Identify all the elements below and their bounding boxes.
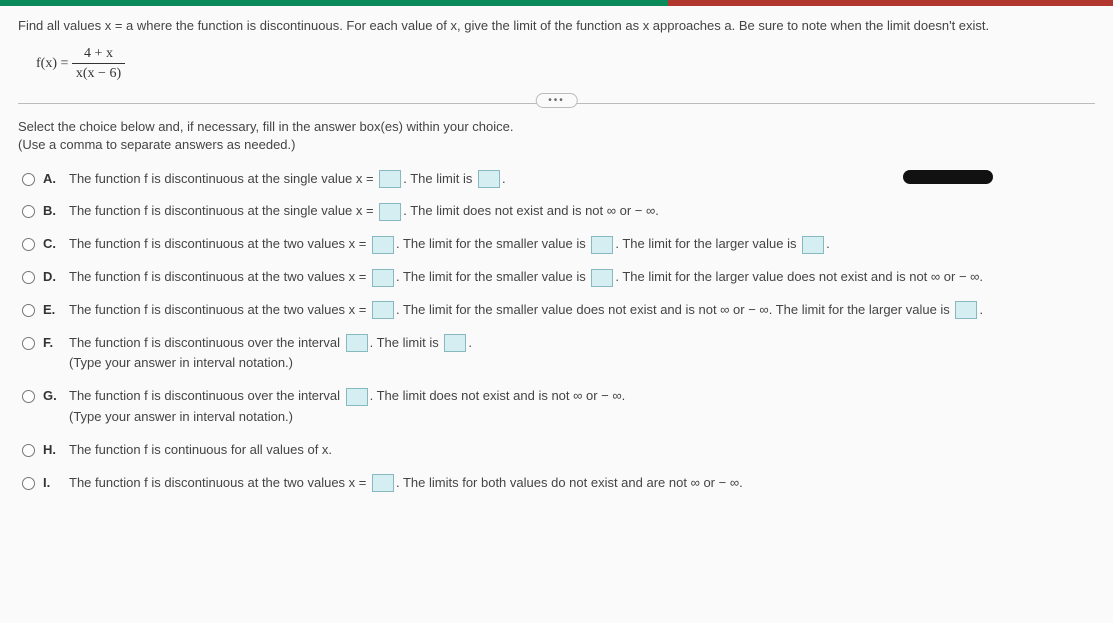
- radio-F[interactable]: [22, 337, 35, 350]
- letter-D: D.: [43, 267, 61, 288]
- letter-F: F.: [43, 333, 61, 354]
- input-A-2[interactable]: [478, 170, 500, 188]
- redaction-mark: [903, 170, 993, 184]
- input-G-1[interactable]: [346, 388, 368, 406]
- expand-pill[interactable]: •••: [535, 93, 578, 108]
- choices-list: A. The function f is discontinuous at th…: [18, 163, 1095, 500]
- letter-I: I.: [43, 473, 61, 494]
- radio-G[interactable]: [22, 390, 35, 403]
- choice-B[interactable]: B. The function f is discontinuous at th…: [22, 195, 1095, 228]
- letter-B: B.: [43, 201, 61, 222]
- choice-F-note: (Type your answer in interval notation.): [69, 353, 1095, 374]
- radio-A[interactable]: [22, 173, 35, 186]
- input-E-2[interactable]: [955, 301, 977, 319]
- radio-E[interactable]: [22, 304, 35, 317]
- letter-H: H.: [43, 440, 61, 461]
- formula-denominator: x(x − 6): [72, 64, 125, 81]
- function-formula: f(x) = 4 + x x(x − 6): [18, 36, 1095, 98]
- letter-G: G.: [43, 386, 61, 407]
- input-B-1[interactable]: [379, 203, 401, 221]
- instruction-line-2: (Use a comma to separate answers as need…: [18, 137, 295, 152]
- choice-I[interactable]: I. The function f is discontinuous at th…: [22, 467, 1095, 500]
- letter-E: E.: [43, 300, 61, 321]
- choice-D[interactable]: D. The function f is discontinuous at th…: [22, 261, 1095, 294]
- radio-I[interactable]: [22, 477, 35, 490]
- choice-G[interactable]: G. The function f is discontinuous over …: [22, 380, 1095, 434]
- question-prompt: Find all values x = a where the function…: [18, 16, 1095, 36]
- input-E-1[interactable]: [372, 301, 394, 319]
- choice-F[interactable]: F. The function f is discontinuous over …: [22, 327, 1095, 381]
- input-C-1[interactable]: [372, 236, 394, 254]
- instructions: Select the choice below and, if necessar…: [18, 118, 1095, 154]
- instruction-line-1: Select the choice below and, if necessar…: [18, 119, 513, 134]
- letter-C: C.: [43, 234, 61, 255]
- input-C-2[interactable]: [591, 236, 613, 254]
- formula-lhs: f(x) =: [36, 56, 68, 71]
- choice-E[interactable]: E. The function f is discontinuous at th…: [22, 294, 1095, 327]
- input-C-3[interactable]: [802, 236, 824, 254]
- input-I-1[interactable]: [372, 474, 394, 492]
- choice-C[interactable]: C. The function f is discontinuous at th…: [22, 228, 1095, 261]
- radio-B[interactable]: [22, 205, 35, 218]
- input-F-2[interactable]: [444, 334, 466, 352]
- choice-H[interactable]: H. The function f is continuous for all …: [22, 434, 1095, 467]
- input-F-1[interactable]: [346, 334, 368, 352]
- input-D-2[interactable]: [591, 269, 613, 287]
- input-A-1[interactable]: [379, 170, 401, 188]
- formula-numerator: 4 + x: [72, 46, 125, 64]
- radio-H[interactable]: [22, 444, 35, 457]
- letter-A: A.: [43, 169, 61, 190]
- choice-G-note: (Type your answer in interval notation.): [69, 407, 1095, 428]
- radio-C[interactable]: [22, 238, 35, 251]
- input-D-1[interactable]: [372, 269, 394, 287]
- radio-D[interactable]: [22, 271, 35, 284]
